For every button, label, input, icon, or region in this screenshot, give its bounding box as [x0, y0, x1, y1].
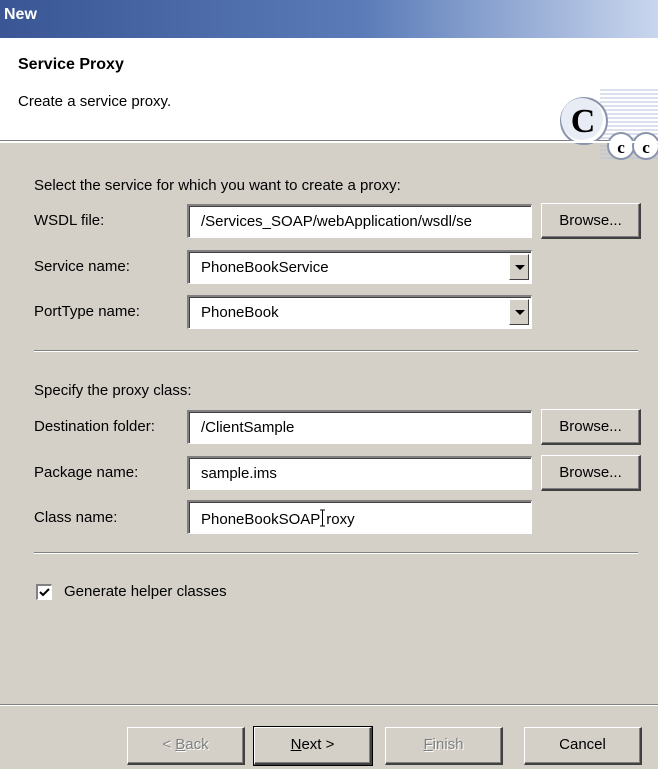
package-browse-button[interactable]: Browse... — [541, 455, 641, 491]
service-name-value: PhoneBookService — [201, 259, 329, 276]
chevron-down-icon[interactable] — [509, 299, 529, 325]
generate-helper-label[interactable]: Generate helper classes — [64, 583, 227, 600]
back-label: ack — [185, 736, 209, 753]
destination-folder-field[interactable]: /ClientSample — [187, 410, 532, 444]
page-description: Create a service proxy. — [18, 93, 172, 110]
finish-mnemonic: F — [423, 736, 433, 753]
title-bar[interactable]: New — [0, 0, 658, 38]
wsdl-browse-button[interactable]: Browse... — [541, 203, 641, 239]
porttype-name-label: PortType name: — [34, 303, 140, 320]
back-button[interactable]: < Back — [127, 727, 245, 765]
wizard-banner: Service Proxy Create a service proxy. C … — [0, 38, 658, 160]
ccc-logo-icon: C c c — [560, 89, 658, 160]
chevron-down-icon[interactable] — [509, 254, 529, 280]
next-button[interactable]: Next > — [253, 726, 373, 766]
class-name-label: Class name: — [34, 509, 118, 526]
wsdl-file-field[interactable]: /Services_SOAP/webApplication/wsdl/se — [187, 204, 532, 238]
package-name-field[interactable]: sample.ims — [187, 456, 532, 490]
proxy-section-intro: Specify the proxy class: — [34, 382, 192, 399]
back-mnemonic: B — [175, 736, 186, 753]
finish-label: inish — [432, 736, 464, 753]
banner-divider — [0, 141, 658, 143]
class-name-value-end: roxy — [326, 511, 355, 528]
destination-browse-button[interactable]: Browse... — [541, 409, 641, 445]
next-mnemonic: N — [290, 736, 302, 753]
cancel-button[interactable]: Cancel — [524, 727, 642, 765]
back-prefix: < — [162, 736, 176, 753]
footer-separator — [0, 704, 658, 706]
class-name-field[interactable]: PhoneBookSOAP roxy — [187, 500, 532, 534]
page-title: Service Proxy — [18, 56, 124, 73]
generate-helper-checkbox[interactable] — [36, 584, 52, 600]
service-name-label: Service name: — [34, 258, 130, 275]
package-name-label: Package name: — [34, 464, 139, 481]
porttype-name-value: PhoneBook — [201, 304, 279, 321]
finish-button[interactable]: Finish — [385, 727, 503, 765]
svg-text:C: C — [571, 103, 596, 140]
destination-folder-label: Destination folder: — [34, 418, 155, 435]
section-separator — [34, 552, 638, 554]
next-label: ext > — [301, 736, 335, 753]
service-name-combo[interactable]: PhoneBookService — [187, 250, 532, 284]
section-separator — [34, 350, 638, 352]
class-name-value-start: PhoneBookSOAP — [201, 511, 321, 528]
text-cursor-icon — [320, 509, 326, 527]
porttype-name-combo[interactable]: PhoneBook — [187, 295, 532, 329]
window-title: New — [4, 6, 37, 23]
checkmark-icon — [39, 588, 50, 597]
new-wizard-dialog: New Service Proxy Create a service proxy… — [0, 0, 658, 769]
wsdl-file-label: WSDL file: — [34, 212, 105, 229]
service-section-intro: Select the service for which you want to… — [34, 177, 401, 194]
